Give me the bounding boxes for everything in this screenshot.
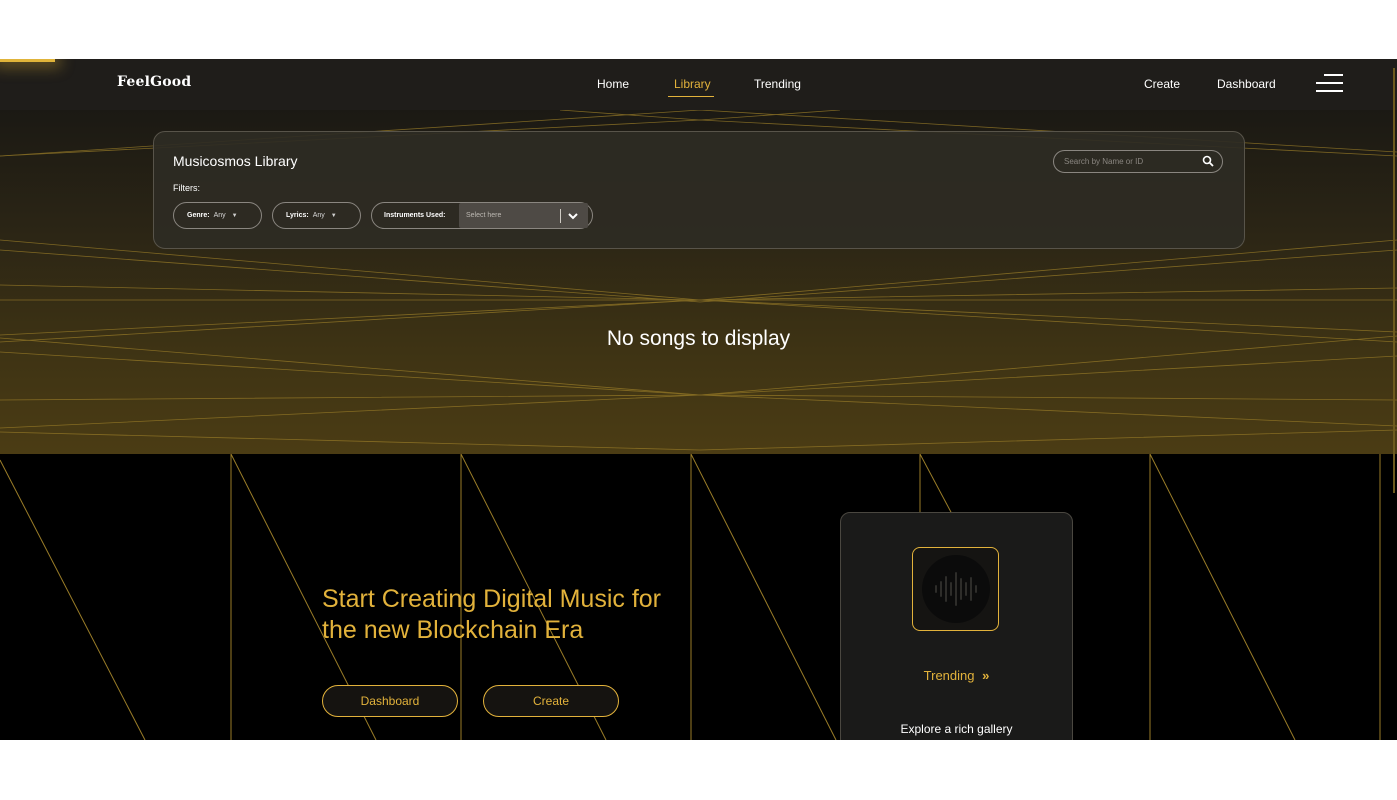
lyrics-filter-value: Any bbox=[312, 212, 325, 219]
select-separator bbox=[560, 208, 561, 223]
caret-down-icon: ▼ bbox=[330, 212, 337, 219]
instruments-select-placeholder: Select here bbox=[466, 212, 502, 219]
genre-filter-label: Genre: bbox=[187, 212, 210, 219]
trending-link[interactable]: Trending » bbox=[841, 668, 1072, 683]
dashboard-button[interactable]: Dashboard bbox=[322, 685, 458, 717]
hero-section: Start Creating Digital Music for the new… bbox=[0, 454, 1397, 740]
lyrics-filter[interactable]: Lyrics: Any ▼ bbox=[272, 202, 361, 229]
scrollbar-edge bbox=[1393, 68, 1395, 493]
nav-link-library[interactable]: Library bbox=[674, 77, 711, 91]
hamburger-icon[interactable] bbox=[1316, 74, 1343, 94]
search-icon[interactable] bbox=[1202, 155, 1214, 167]
nav-link-dashboard[interactable]: Dashboard bbox=[1217, 77, 1276, 91]
genre-filter-value: Any bbox=[213, 212, 226, 219]
top-navbar: FeelGood Home Library Trending Create Da… bbox=[0, 59, 1397, 110]
double-chevron-right-icon: » bbox=[982, 668, 990, 683]
nav-link-trending[interactable]: Trending bbox=[754, 77, 801, 91]
trending-description: Explore a rich gallery bbox=[900, 722, 1013, 736]
chevron-down-icon[interactable] bbox=[567, 210, 579, 222]
library-filter-card: Musicosmos Library Filters: Genre: Any ▼… bbox=[153, 131, 1245, 249]
nav-link-create[interactable]: Create bbox=[1144, 77, 1180, 91]
instruments-filter-label: Instruments Used: bbox=[384, 212, 446, 219]
lyrics-filter-label: Lyrics: bbox=[286, 212, 309, 219]
page-viewport: FeelGood Home Library Trending Create Da… bbox=[0, 59, 1397, 740]
nav-glow-accent bbox=[0, 59, 55, 62]
instruments-select[interactable]: Select here bbox=[459, 203, 588, 228]
trending-link-label: Trending bbox=[923, 668, 975, 683]
hero-title: Start Creating Digital Music for the new… bbox=[322, 584, 722, 646]
brand-logo[interactable]: FeelGood bbox=[117, 74, 191, 90]
empty-state-message: No songs to display bbox=[606, 327, 791, 350]
trending-card[interactable]: Trending » Explore a rich gallery bbox=[840, 512, 1073, 740]
library-section: Musicosmos Library Filters: Genre: Any ▼… bbox=[0, 110, 1397, 454]
search-placeholder: Search by Name or ID bbox=[1064, 157, 1144, 166]
instruments-filter[interactable]: Instruments Used: Select here bbox=[371, 202, 593, 229]
create-button[interactable]: Create bbox=[483, 685, 619, 717]
sound-wave-icon bbox=[921, 555, 990, 623]
search-input[interactable]: Search by Name or ID bbox=[1053, 150, 1223, 173]
trending-icon-frame bbox=[912, 547, 999, 631]
hero-title-line-2: the new Blockchain Era bbox=[322, 616, 584, 644]
filters-label: Filters: bbox=[173, 183, 200, 193]
active-nav-underline bbox=[668, 96, 714, 97]
hero-title-line-1: Start Creating Digital Music for bbox=[322, 585, 662, 613]
nav-link-home[interactable]: Home bbox=[597, 77, 629, 91]
genre-filter[interactable]: Genre: Any ▼ bbox=[173, 202, 262, 229]
library-title: Musicosmos Library bbox=[173, 153, 298, 169]
caret-down-icon: ▼ bbox=[231, 212, 238, 219]
